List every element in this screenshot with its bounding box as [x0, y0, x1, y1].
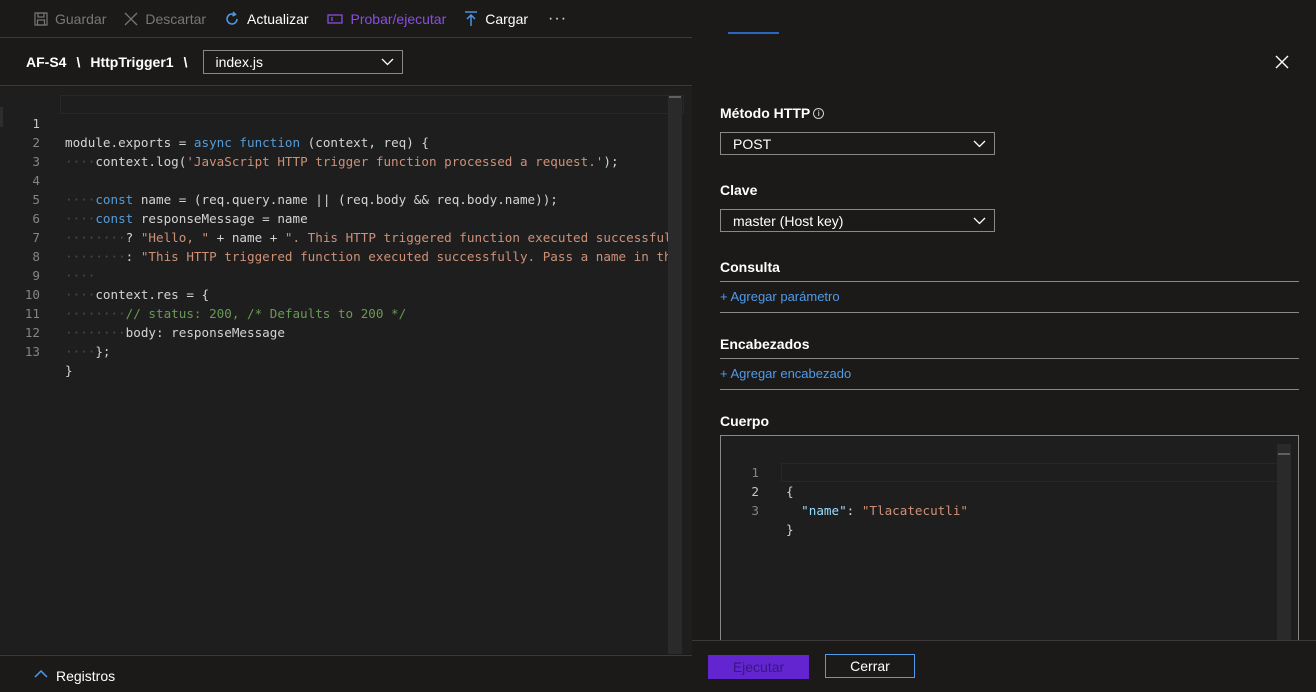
add-header-link[interactable]: + Agregar encabezado	[720, 366, 851, 381]
test-run-button[interactable]: Probar/ejecutar	[326, 10, 447, 27]
code-line: 3 }	[721, 482, 1281, 537]
active-tab-indicator	[728, 32, 779, 34]
line-number: 13	[24, 344, 40, 359]
close-icon[interactable]	[1272, 52, 1292, 72]
upload-button[interactable]: Cargar	[464, 11, 528, 27]
refresh-label: Actualizar	[247, 10, 309, 27]
code-line: 12 ····};	[0, 304, 684, 359]
headers-label: Encabezados	[720, 336, 810, 352]
test-run-icon	[326, 13, 343, 24]
code-line: 1 module.exports = async function (conte…	[0, 95, 684, 150]
code-line: 10 ········// status: 200, /* Defaults t…	[0, 266, 684, 321]
save-label: Guardar	[55, 10, 107, 27]
code-line: 2 ····context.log('JavaScript HTTP trigg…	[0, 114, 684, 169]
info-icon[interactable]: i	[813, 108, 825, 119]
breadcrumb-app[interactable]: AF-S4	[26, 54, 66, 70]
chevron-down-icon	[382, 58, 394, 65]
breadcrumb-separator: \	[183, 53, 188, 70]
discard-label: Descartar	[145, 10, 207, 27]
add-parameter-link[interactable]: + Agregar parámetro	[720, 289, 840, 304]
test-run-panel: Método HTTP i POST Clave master (Host key…	[692, 0, 1316, 692]
editor-scrollbar[interactable]	[668, 95, 682, 654]
key-value: master (Host key)	[733, 212, 844, 229]
refresh-icon	[226, 10, 238, 25]
section-divider	[720, 281, 1299, 282]
logs-toggle[interactable]: Registros	[0, 655, 692, 692]
body-editor[interactable]: 1 { 2 "name": "Tlacatecutli" 3 }	[720, 435, 1299, 641]
code-line: 3	[0, 133, 684, 169]
more-options-button[interactable]: ···	[548, 10, 567, 28]
code-pane: Guardar Descartar Actualizar Probar/ejec…	[0, 0, 692, 692]
body-scrollbar[interactable]	[1277, 444, 1291, 640]
code-line: 1 {	[721, 444, 1281, 499]
close-button[interactable]: Cerrar	[825, 654, 915, 678]
key-label: Clave	[720, 182, 758, 198]
save-icon	[34, 11, 48, 26]
section-divider	[720, 358, 1299, 359]
code-editor[interactable]: 1 module.exports = async function (conte…	[0, 87, 692, 654]
section-divider	[720, 389, 1299, 390]
http-method-value: POST	[733, 135, 772, 152]
chevron-down-icon	[973, 217, 986, 224]
command-bar: Guardar Descartar Actualizar Probar/ejec…	[0, 0, 692, 38]
code-line: 6 ········? "Hello, " + name + ". This H…	[0, 190, 684, 245]
upload-icon	[465, 10, 478, 26]
chevron-down-icon	[973, 140, 986, 147]
save-button[interactable]: Guardar	[34, 11, 106, 27]
upload-label: Cargar	[485, 10, 529, 27]
code-line: 2 "name": "Tlacatecutli"	[721, 463, 1281, 518]
logs-label: Registros	[56, 668, 116, 684]
breadcrumb-function[interactable]: HttpTrigger1	[90, 54, 173, 70]
panel-footer: Ejecutar Cerrar	[692, 640, 1316, 692]
breadcrumb: AF-S4 \ HttpTrigger1 \ index.js	[0, 38, 692, 86]
code-line: 4 ····const name = (req.query.name || (r…	[0, 152, 684, 207]
file-dropdown-value: index.js	[215, 53, 263, 70]
section-divider	[720, 312, 1299, 313]
key-select[interactable]: master (Host key)	[720, 209, 995, 232]
line-number: 3	[751, 503, 759, 518]
breadcrumb-separator: \	[76, 53, 81, 70]
test-run-label: Probar/ejecutar	[350, 10, 447, 27]
query-label: Consulta	[720, 259, 780, 275]
http-method-select[interactable]: POST	[720, 132, 995, 155]
code-line: 11 ········body: responseMessage	[0, 285, 684, 340]
body-label: Cuerpo	[720, 413, 769, 429]
discard-button[interactable]: Descartar	[124, 11, 206, 27]
code-line: 7 ········: "This HTTP triggered functio…	[0, 209, 684, 264]
chevron-up-icon	[34, 669, 48, 678]
http-method-label: Método HTTP i	[720, 105, 825, 121]
code-line: 13 }	[0, 323, 684, 378]
file-dropdown[interactable]: index.js	[203, 49, 404, 74]
run-button[interactable]: Ejecutar	[708, 655, 809, 679]
code-line: 8 ····	[0, 228, 684, 283]
editor-scrollbar-thumb[interactable]	[669, 96, 681, 98]
code-line: 5 ····const responseMessage = name	[0, 171, 684, 226]
close-icon	[124, 12, 138, 25]
refresh-button[interactable]: Actualizar	[224, 10, 309, 27]
code-line: 9 ····context.res = {	[0, 247, 684, 302]
body-scrollbar-thumb[interactable]	[1278, 453, 1290, 455]
